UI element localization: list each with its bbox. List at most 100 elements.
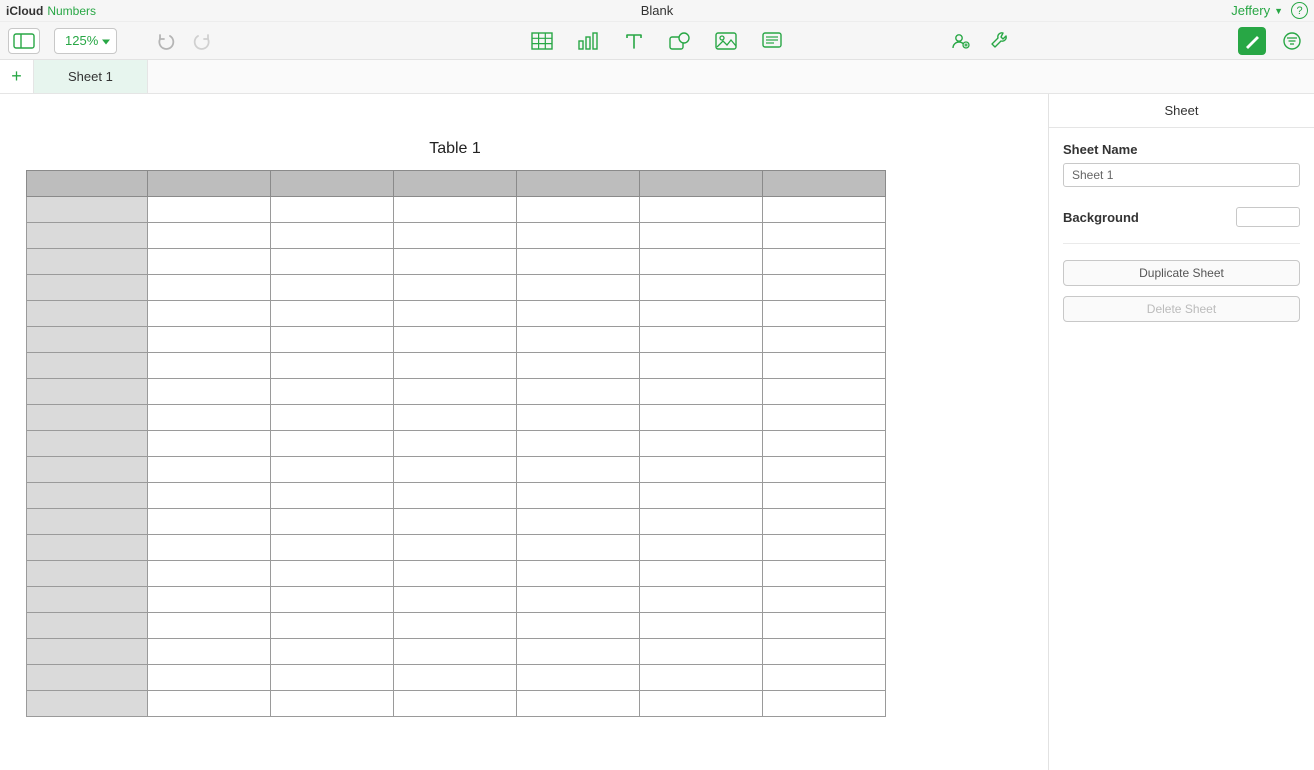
row-header[interactable] <box>27 327 148 353</box>
row-header[interactable] <box>27 457 148 483</box>
row-header[interactable] <box>27 379 148 405</box>
cell[interactable] <box>394 327 517 353</box>
cell[interactable] <box>148 431 271 457</box>
cell[interactable] <box>640 223 763 249</box>
brand-app-name[interactable]: Numbers <box>47 4 96 18</box>
cell[interactable] <box>517 223 640 249</box>
cell[interactable] <box>148 639 271 665</box>
row-header[interactable] <box>27 249 148 275</box>
row-header[interactable] <box>27 275 148 301</box>
cell[interactable] <box>394 587 517 613</box>
cell[interactable] <box>517 405 640 431</box>
column-header[interactable] <box>763 171 886 197</box>
cell[interactable] <box>640 301 763 327</box>
duplicate-sheet-button[interactable]: Duplicate Sheet <box>1063 260 1300 286</box>
cell[interactable] <box>517 535 640 561</box>
cell[interactable] <box>271 327 394 353</box>
row-header[interactable] <box>27 301 148 327</box>
cell[interactable] <box>148 535 271 561</box>
cell[interactable] <box>517 301 640 327</box>
spreadsheet-table[interactable] <box>26 170 886 717</box>
cell[interactable] <box>148 327 271 353</box>
cell[interactable] <box>763 353 886 379</box>
column-header[interactable] <box>271 171 394 197</box>
cell[interactable] <box>148 405 271 431</box>
cell[interactable] <box>394 509 517 535</box>
view-options-button[interactable] <box>8 28 40 54</box>
cell[interactable] <box>517 665 640 691</box>
column-header[interactable] <box>517 171 640 197</box>
cell[interactable] <box>271 301 394 327</box>
cell[interactable] <box>763 327 886 353</box>
cell[interactable] <box>271 223 394 249</box>
column-header[interactable] <box>640 171 763 197</box>
cell[interactable] <box>640 613 763 639</box>
cell[interactable] <box>394 275 517 301</box>
help-button[interactable]: ? <box>1291 2 1308 19</box>
cell[interactable] <box>148 301 271 327</box>
cell[interactable] <box>394 353 517 379</box>
cell[interactable] <box>394 535 517 561</box>
cell[interactable] <box>394 223 517 249</box>
cell[interactable] <box>148 509 271 535</box>
cell[interactable] <box>640 483 763 509</box>
row-header[interactable] <box>27 587 148 613</box>
cell[interactable] <box>763 691 886 717</box>
cell[interactable] <box>394 691 517 717</box>
cell[interactable] <box>394 613 517 639</box>
cell[interactable] <box>640 535 763 561</box>
cell[interactable] <box>763 249 886 275</box>
add-sheet-button[interactable]: + <box>0 60 34 93</box>
redo-button[interactable] <box>191 32 213 50</box>
cell[interactable] <box>271 275 394 301</box>
cell[interactable] <box>394 249 517 275</box>
cell[interactable] <box>763 275 886 301</box>
cell[interactable] <box>763 509 886 535</box>
cell[interactable] <box>640 405 763 431</box>
cell[interactable] <box>763 613 886 639</box>
cell[interactable] <box>640 327 763 353</box>
cell[interactable] <box>640 379 763 405</box>
zoom-select[interactable]: 125% <box>54 28 117 54</box>
cell[interactable] <box>271 509 394 535</box>
cell[interactable] <box>640 665 763 691</box>
cell[interactable] <box>394 301 517 327</box>
cell[interactable] <box>763 587 886 613</box>
row-header[interactable] <box>27 509 148 535</box>
cell[interactable] <box>517 483 640 509</box>
cell[interactable] <box>763 457 886 483</box>
row-header[interactable] <box>27 561 148 587</box>
cell[interactable] <box>148 353 271 379</box>
cell[interactable] <box>517 327 640 353</box>
insert-media-button[interactable] <box>714 29 738 53</box>
cell[interactable] <box>640 509 763 535</box>
cell[interactable] <box>148 665 271 691</box>
collaborate-button[interactable] <box>946 27 974 55</box>
row-header[interactable] <box>27 405 148 431</box>
cell[interactable] <box>394 457 517 483</box>
cell[interactable] <box>640 275 763 301</box>
cell[interactable] <box>763 431 886 457</box>
cell[interactable] <box>517 613 640 639</box>
cell[interactable] <box>763 483 886 509</box>
cell[interactable] <box>394 431 517 457</box>
cell[interactable] <box>271 613 394 639</box>
cell[interactable] <box>394 405 517 431</box>
row-header[interactable] <box>27 353 148 379</box>
insert-comment-button[interactable] <box>760 29 784 53</box>
cell[interactable] <box>763 535 886 561</box>
cell[interactable] <box>271 457 394 483</box>
cell[interactable] <box>148 457 271 483</box>
cell[interactable] <box>517 691 640 717</box>
cell[interactable] <box>271 535 394 561</box>
row-header[interactable] <box>27 613 148 639</box>
cell[interactable] <box>394 379 517 405</box>
cell[interactable] <box>271 483 394 509</box>
column-header[interactable] <box>148 171 271 197</box>
cell[interactable] <box>148 275 271 301</box>
cell[interactable] <box>394 561 517 587</box>
cell[interactable] <box>640 197 763 223</box>
cell[interactable] <box>640 587 763 613</box>
cell[interactable] <box>148 483 271 509</box>
cell[interactable] <box>517 639 640 665</box>
